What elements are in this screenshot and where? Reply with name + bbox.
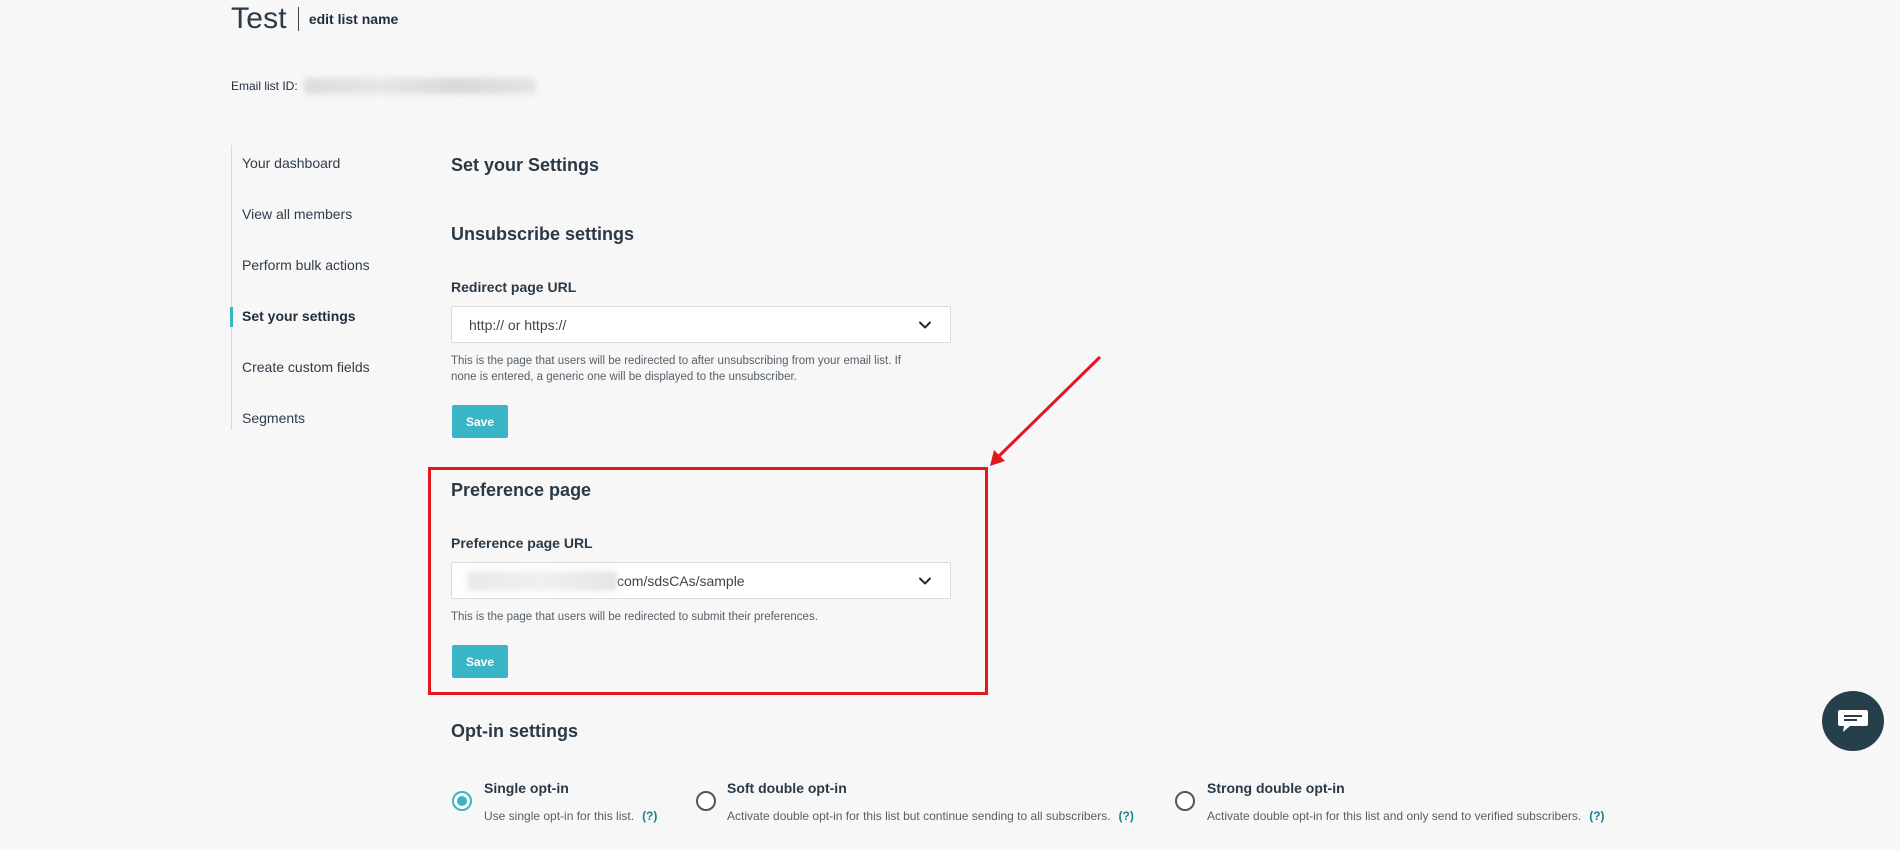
sidebar-item-view-members[interactable]: View all members (232, 206, 352, 222)
optin-strong-double-title: Strong double opt-in (1207, 780, 1345, 796)
optin-single-desc: Use single opt-in for this list. (?) (484, 809, 657, 823)
optin-soft-double-title: Soft double opt-in (727, 780, 847, 796)
email-list-id: Email list ID: (231, 78, 536, 94)
preference-page-title: Preference page (451, 480, 592, 500)
email-list-id-value-redacted (303, 78, 536, 94)
chat-icon (1838, 710, 1868, 732)
optin-soft-double-radio[interactable] (696, 791, 716, 811)
preference-save-button[interactable]: Save (452, 645, 508, 678)
optin-single-help-link[interactable]: (?) (642, 809, 657, 823)
edit-list-name-link[interactable]: edit list name (309, 11, 398, 27)
page: Test edit list name Email list ID: Your … (0, 0, 1900, 850)
list-header: Test edit list name (231, 2, 398, 36)
sidebar-item-settings[interactable]: Set your settings (230, 307, 356, 327)
optin-strong-double-desc-text: Activate double opt-in for this list and… (1207, 809, 1582, 823)
redirect-url-placeholder: http:// or https:// (469, 316, 567, 333)
optin-strong-double-help-link[interactable]: (?) (1589, 809, 1604, 823)
optin-single-title: Single opt-in (484, 780, 569, 796)
redirect-url-help: This is the page that users will be redi… (451, 355, 901, 383)
sidebar-item-dashboard[interactable]: Your dashboard (232, 155, 340, 171)
optin-soft-double-desc-text: Activate double opt-in for this list but… (727, 809, 1111, 823)
header-divider (297, 7, 299, 31)
optin-soft-double-desc: Activate double opt-in for this list but… (727, 809, 1134, 823)
sidebar-nav: Your dashboard View all members Perform … (230, 145, 401, 430)
preference-url-select[interactable]: com/sdsCAs/sample (451, 562, 951, 599)
preference-url-help: This is the page that users will be redi… (451, 611, 818, 623)
optin-single-radio[interactable] (452, 791, 472, 811)
redirect-url-select[interactable]: http:// or https:// (451, 306, 951, 343)
preference-url-label: Preference page URL (451, 535, 593, 551)
optin-strong-double-desc: Activate double opt-in for this list and… (1207, 809, 1605, 823)
email-list-id-label: Email list ID: (231, 79, 298, 93)
optin-single-desc-text: Use single opt-in for this list. (484, 809, 635, 823)
unsubscribe-save-button[interactable]: Save (452, 405, 508, 438)
chevron-down-icon (919, 577, 931, 585)
redirect-url-label: Redirect page URL (451, 279, 577, 295)
sidebar-item-custom-fields[interactable]: Create custom fields (232, 359, 370, 375)
sidebar-item-segments[interactable]: Segments (232, 410, 305, 426)
unsubscribe-settings-title: Unsubscribe settings (451, 224, 635, 244)
optin-soft-double-help-link[interactable]: (?) (1119, 809, 1134, 823)
optin-strong-double-radio[interactable] (1175, 791, 1195, 811)
chat-widget-button[interactable] (1822, 691, 1884, 751)
preference-url-value: com/sdsCAs/sample (617, 572, 745, 589)
page-title: Set your Settings (451, 155, 600, 175)
chevron-down-icon (919, 321, 931, 329)
sidebar-item-bulk-actions[interactable]: Perform bulk actions (232, 257, 370, 273)
optin-settings-title: Opt-in settings (451, 721, 578, 741)
preference-url-redacted (467, 570, 617, 591)
list-title: Test (231, 2, 287, 35)
